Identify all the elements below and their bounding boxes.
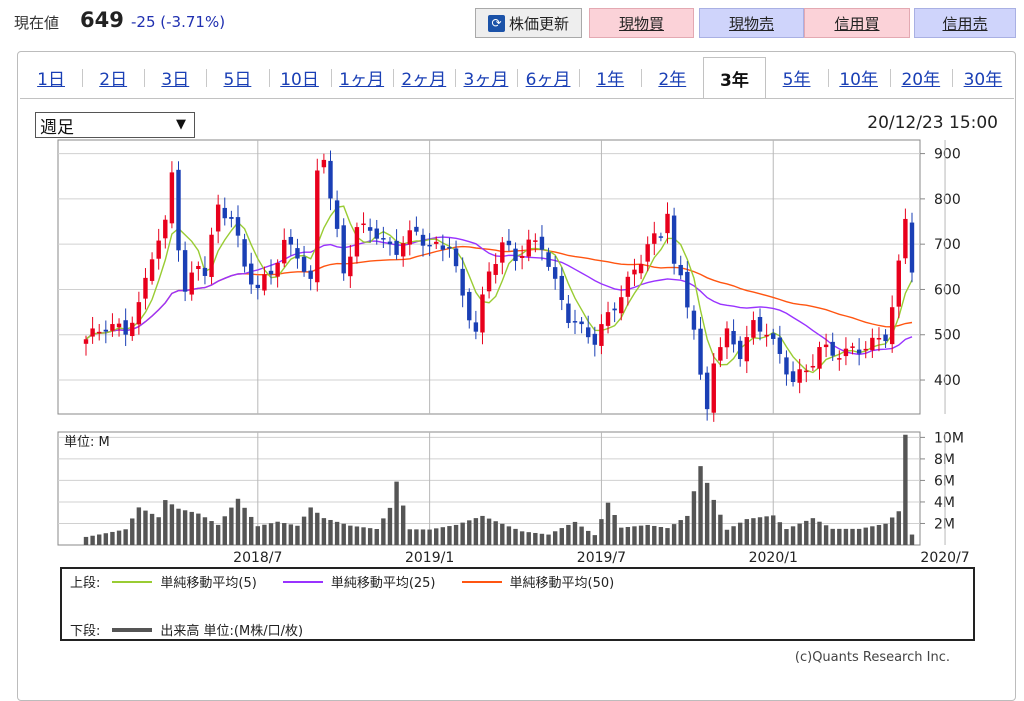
tab-6[interactable]: 1ヶ月	[331, 57, 393, 98]
tab-15[interactable]: 20年	[890, 57, 952, 98]
legend-volume: 出来高 単位:(M株/口/枚)	[112, 620, 303, 639]
legend-volume-text: 出来高 単位:(M株/口/枚)	[160, 624, 304, 639]
tab-7[interactable]: 2ヶ月	[393, 57, 455, 98]
tabs-divider	[20, 98, 1014, 99]
price-change-abs: -25	[131, 13, 156, 31]
tab-separator	[206, 69, 208, 87]
tab-separator	[392, 69, 394, 87]
tab-separator	[579, 69, 581, 87]
legend-lower-label: 下段:	[70, 624, 101, 639]
tab-separator	[517, 69, 518, 87]
tab-8[interactable]: 3ヶ月	[455, 57, 517, 98]
tab-5[interactable]: 10日	[269, 57, 331, 98]
legend-upper-label: 上段:	[70, 576, 101, 591]
refresh-price-label: 株価更新	[508, 14, 569, 33]
chart-legend: 上段: 単純移動平均(5) 単純移動平均(25) 単純移動平均(50) 下段: …	[60, 567, 975, 641]
tab-16[interactable]: 30年	[952, 57, 1014, 98]
spot-sell-button[interactable]: 現物売	[699, 8, 804, 38]
chevron-down-icon: ▼	[176, 117, 186, 132]
legend-ma50: 単純移動平均(50)	[461, 572, 615, 591]
refresh-price-button[interactable]: ⟳ 株価更新	[475, 8, 582, 38]
legend-ma50-text: 単純移動平均(50)	[509, 576, 615, 591]
tab-12[interactable]: 3年	[703, 57, 766, 99]
current-price-value: 649	[80, 8, 124, 32]
margin-buy-button[interactable]: 信用買	[804, 8, 910, 38]
legend-ma5-swatch	[112, 580, 153, 583]
period-select[interactable]: 週足 ▼	[35, 112, 195, 138]
tab-9[interactable]: 6ヶ月	[517, 57, 579, 98]
tab-separator	[889, 69, 891, 87]
tab-separator	[641, 69, 643, 87]
tab-separator	[144, 69, 146, 87]
refresh-icon: ⟳	[487, 14, 505, 32]
tab-separator	[330, 69, 332, 87]
copyright-credit: (c)Quants Research Inc.	[794, 650, 950, 665]
tab-separator	[82, 69, 84, 87]
spot-buy-button[interactable]: 現物買	[589, 8, 694, 38]
tab-separator	[454, 69, 456, 87]
legend-ma25-text: 単純移動平均(25)	[330, 576, 436, 591]
tab-separator	[268, 69, 270, 87]
tab-3[interactable]: 3日	[144, 57, 206, 98]
price-change: -25 (-3.71%)	[131, 13, 225, 31]
current-price-label: 現在値	[14, 14, 60, 32]
price-change-pct: (-3.71%)	[160, 13, 226, 31]
legend-volume-swatch	[112, 627, 153, 632]
legend-ma5: 単純移動平均(5)	[112, 572, 257, 591]
tab-11[interactable]: 2年	[641, 57, 703, 98]
tab-separator	[827, 69, 829, 87]
tab-separator	[951, 69, 953, 87]
period-tabs: 1日 2日 3日 5日 10日 1ヶ月 2ヶ月 3ヶ月 6ヶ月 1年 2年 3年 5年 10年 20年 30年	[20, 57, 1014, 99]
tab-2[interactable]: 2日	[82, 57, 144, 98]
margin-sell-button[interactable]: 信用売	[914, 8, 1016, 38]
quote-header: 現在値 649 -25 (-3.71%) ⟳ 株価更新 現物買 現物売 信用買 信…	[0, 0, 1024, 50]
tab-10[interactable]: 1年	[579, 57, 641, 98]
legend-ma50-swatch	[461, 580, 502, 583]
period-select-value: 週足	[40, 117, 74, 138]
chart-timestamp: 20/12/23 15:00	[867, 113, 998, 133]
legend-ma5-text: 単純移動平均(5)	[160, 576, 257, 591]
legend-ma25-swatch	[282, 580, 323, 583]
tab-1[interactable]: 1日	[20, 57, 82, 98]
tab-14[interactable]: 10年	[828, 57, 890, 98]
tab-4[interactable]: 5日	[206, 57, 268, 98]
legend-ma25: 単純移動平均(25)	[282, 572, 436, 591]
tab-13[interactable]: 5年	[766, 57, 828, 98]
